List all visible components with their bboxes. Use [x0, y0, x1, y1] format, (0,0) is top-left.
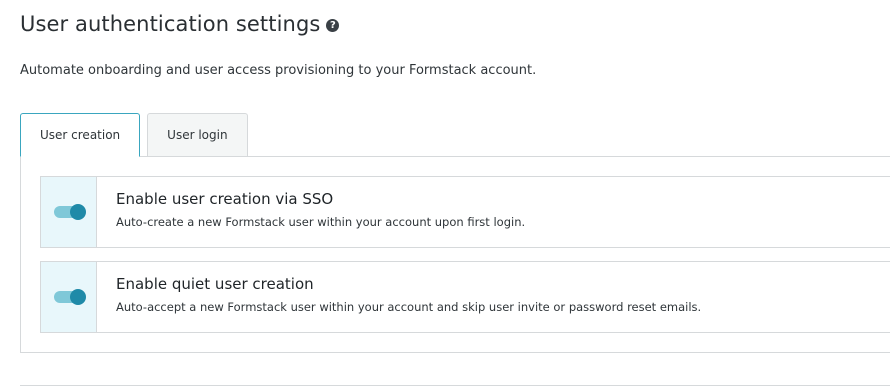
setting-text: Enable user creation via SSO Auto-create…	[97, 177, 525, 247]
setting-title: Enable user creation via SSO	[116, 190, 334, 208]
tab-label: User creation	[40, 128, 121, 142]
setting-card-sso-creation: Enable user creation via SSO Auto-create…	[40, 176, 890, 248]
tab-label: User login	[167, 128, 228, 142]
page-title: User authentication settings	[20, 12, 321, 36]
question-circle-icon[interactable]: ?	[326, 19, 340, 32]
toggle-knob	[69, 204, 86, 220]
setting-title: Enable quiet user creation	[116, 275, 314, 293]
tab-panel: Enable user creation via SSO Auto-create…	[20, 156, 890, 353]
page-subtitle: Automate onboarding and user access prov…	[20, 63, 537, 78]
tab-bar: User creation User login	[20, 113, 248, 157]
sso-creation-toggle[interactable]	[53, 204, 86, 220]
toggle-cell	[41, 177, 97, 247]
auth-settings-page: User authentication settings ? Automate …	[0, 0, 890, 390]
page-header: User authentication settings ?	[20, 12, 340, 36]
tab-user-login[interactable]: User login	[147, 113, 248, 156]
setting-description: Auto-create a new Formstack user within …	[116, 215, 526, 229]
setting-text: Enable quiet user creation Auto-accept a…	[97, 262, 701, 332]
toggle-knob	[69, 289, 86, 305]
setting-description: Auto-accept a new Formstack user within …	[116, 300, 702, 314]
tab-user-creation[interactable]: User creation	[20, 113, 141, 157]
section-divider	[20, 385, 890, 386]
toggle-cell	[41, 262, 97, 332]
quiet-creation-toggle[interactable]	[53, 289, 86, 305]
setting-card-quiet-creation: Enable quiet user creation Auto-accept a…	[40, 261, 890, 333]
